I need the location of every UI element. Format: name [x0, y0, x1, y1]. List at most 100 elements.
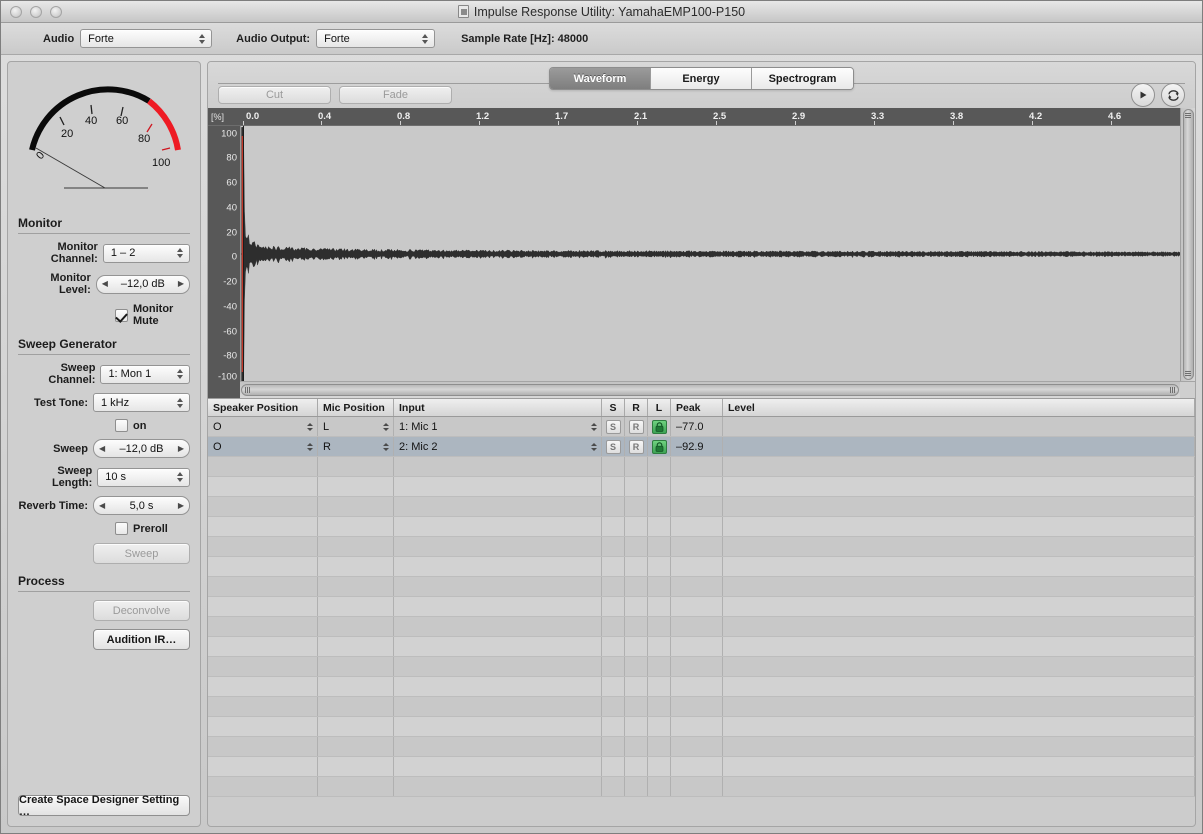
cell-mic[interactable] — [318, 657, 394, 676]
time-ruler[interactable]: 0.0 0.4 0.8 1.2 1.7 2.1 2.5 2.9 3.3 3.8 … — [240, 108, 1180, 126]
table-row[interactable] — [208, 697, 1195, 717]
cell-solo[interactable] — [602, 557, 625, 576]
sweep-channel-select[interactable]: 1: Mon 1 — [100, 364, 190, 384]
waveform-horizontal-scrollbar[interactable] — [240, 381, 1180, 398]
create-space-designer-setting-button[interactable]: Create Space Designer Setting … — [18, 794, 190, 818]
cell-record[interactable] — [625, 657, 648, 676]
cell-solo[interactable] — [602, 757, 625, 776]
chevron-updown-icon[interactable] — [307, 442, 313, 451]
cell-record[interactable] — [625, 557, 648, 576]
cell-lock[interactable] — [648, 777, 671, 796]
cell-speaker[interactable] — [208, 617, 318, 636]
table-row[interactable] — [208, 557, 1195, 577]
table-row[interactable] — [208, 497, 1195, 517]
cell-lock[interactable] — [648, 617, 671, 636]
cell-input[interactable] — [394, 757, 602, 776]
cell-record[interactable] — [625, 477, 648, 496]
cell-speaker[interactable]: O — [208, 437, 318, 456]
cell-mic[interactable] — [318, 557, 394, 576]
cell-mic[interactable] — [318, 497, 394, 516]
column-header-lock[interactable]: L — [648, 399, 671, 416]
cell-mic[interactable] — [318, 477, 394, 496]
monitor-level-stepper[interactable]: ◀ –12,0 dB ▶ — [95, 274, 190, 294]
cell-mic[interactable] — [318, 597, 394, 616]
table-row[interactable] — [208, 517, 1195, 537]
cell-solo[interactable] — [602, 777, 625, 796]
cell-mic[interactable]: R — [318, 437, 394, 456]
cell-mic[interactable] — [318, 777, 394, 796]
test-tone-on-checkbox[interactable] — [115, 419, 128, 432]
table-row[interactable] — [208, 677, 1195, 697]
waveform-vertical-scrollbar[interactable] — [1180, 108, 1195, 381]
audition-ir-button[interactable]: Audition IR… — [93, 629, 190, 650]
chevron-updown-icon[interactable] — [591, 442, 597, 451]
cell-input[interactable]: 2: Mic 2 — [394, 437, 602, 456]
cell-speaker[interactable]: O — [208, 417, 318, 436]
cell-speaker[interactable] — [208, 557, 318, 576]
cell-speaker[interactable] — [208, 697, 318, 716]
cell-lock[interactable] — [648, 737, 671, 756]
vertical-scroll-thumb[interactable] — [1182, 109, 1194, 380]
lock-icon[interactable] — [651, 439, 667, 454]
reverb-time-stepper[interactable]: ◀ 5,0 s ▶ — [93, 496, 190, 515]
cell-mic[interactable] — [318, 617, 394, 636]
chevron-updown-icon[interactable] — [591, 422, 597, 431]
cell-speaker[interactable] — [208, 777, 318, 796]
column-header-solo[interactable]: S — [602, 399, 625, 416]
playhead-marker[interactable] — [243, 126, 244, 381]
chevron-updown-icon[interactable] — [383, 442, 389, 451]
right-arrow-icon[interactable]: ▶ — [178, 444, 184, 453]
cell-lock[interactable] — [648, 517, 671, 536]
right-arrow-icon[interactable]: ▶ — [178, 280, 184, 288]
test-tone-select[interactable]: 1 kHz — [93, 393, 190, 412]
close-button[interactable] — [10, 5, 22, 18]
cell-input[interactable] — [394, 717, 602, 736]
table-row[interactable] — [208, 717, 1195, 737]
cell-mic[interactable] — [318, 637, 394, 656]
chevron-updown-icon[interactable] — [307, 422, 313, 431]
cell-record[interactable] — [625, 577, 648, 596]
cell-input[interactable] — [394, 557, 602, 576]
cell-speaker[interactable] — [208, 657, 318, 676]
cell-solo[interactable] — [602, 537, 625, 556]
cell-record[interactable] — [625, 497, 648, 516]
cell-lock[interactable] — [648, 537, 671, 556]
table-row[interactable] — [208, 737, 1195, 757]
cell-solo[interactable] — [602, 457, 625, 476]
cut-button[interactable]: Cut — [218, 86, 331, 104]
cell-speaker[interactable] — [208, 597, 318, 616]
cell-lock[interactable] — [648, 577, 671, 596]
cell-mic[interactable] — [318, 737, 394, 756]
cell-input[interactable] — [394, 637, 602, 656]
deconvolve-button[interactable]: Deconvolve — [93, 600, 190, 621]
cell-record[interactable] — [625, 677, 648, 696]
column-header-level[interactable]: Level — [723, 399, 1195, 416]
table-row[interactable] — [208, 617, 1195, 637]
table-row[interactable] — [208, 657, 1195, 677]
cell-lock[interactable] — [648, 477, 671, 496]
solo-button[interactable]: S — [605, 419, 621, 434]
cell-mic[interactable]: L — [318, 417, 394, 436]
audio-select[interactable]: Forte — [80, 29, 213, 48]
cell-mic[interactable] — [318, 757, 394, 776]
cell-speaker[interactable] — [208, 457, 318, 476]
record-button[interactable]: R — [628, 419, 644, 434]
cell-speaker[interactable] — [208, 517, 318, 536]
cell-input[interactable] — [394, 737, 602, 756]
cell-record[interactable] — [625, 757, 648, 776]
cell-record[interactable] — [625, 637, 648, 656]
cell-solo[interactable] — [602, 577, 625, 596]
cell-lock[interactable] — [648, 457, 671, 476]
cell-solo[interactable] — [602, 697, 625, 716]
cell-record[interactable] — [625, 697, 648, 716]
column-header-record[interactable]: R — [625, 399, 648, 416]
cell-solo[interactable]: S — [602, 437, 625, 456]
cell-solo[interactable] — [602, 497, 625, 516]
cell-record[interactable] — [625, 777, 648, 796]
audio-output-select[interactable]: Forte — [316, 29, 436, 48]
cell-lock[interactable] — [648, 557, 671, 576]
cell-speaker[interactable] — [208, 717, 318, 736]
sweep-length-select[interactable]: 10 s — [97, 467, 190, 487]
cell-lock[interactable] — [648, 657, 671, 676]
cell-input[interactable] — [394, 777, 602, 796]
